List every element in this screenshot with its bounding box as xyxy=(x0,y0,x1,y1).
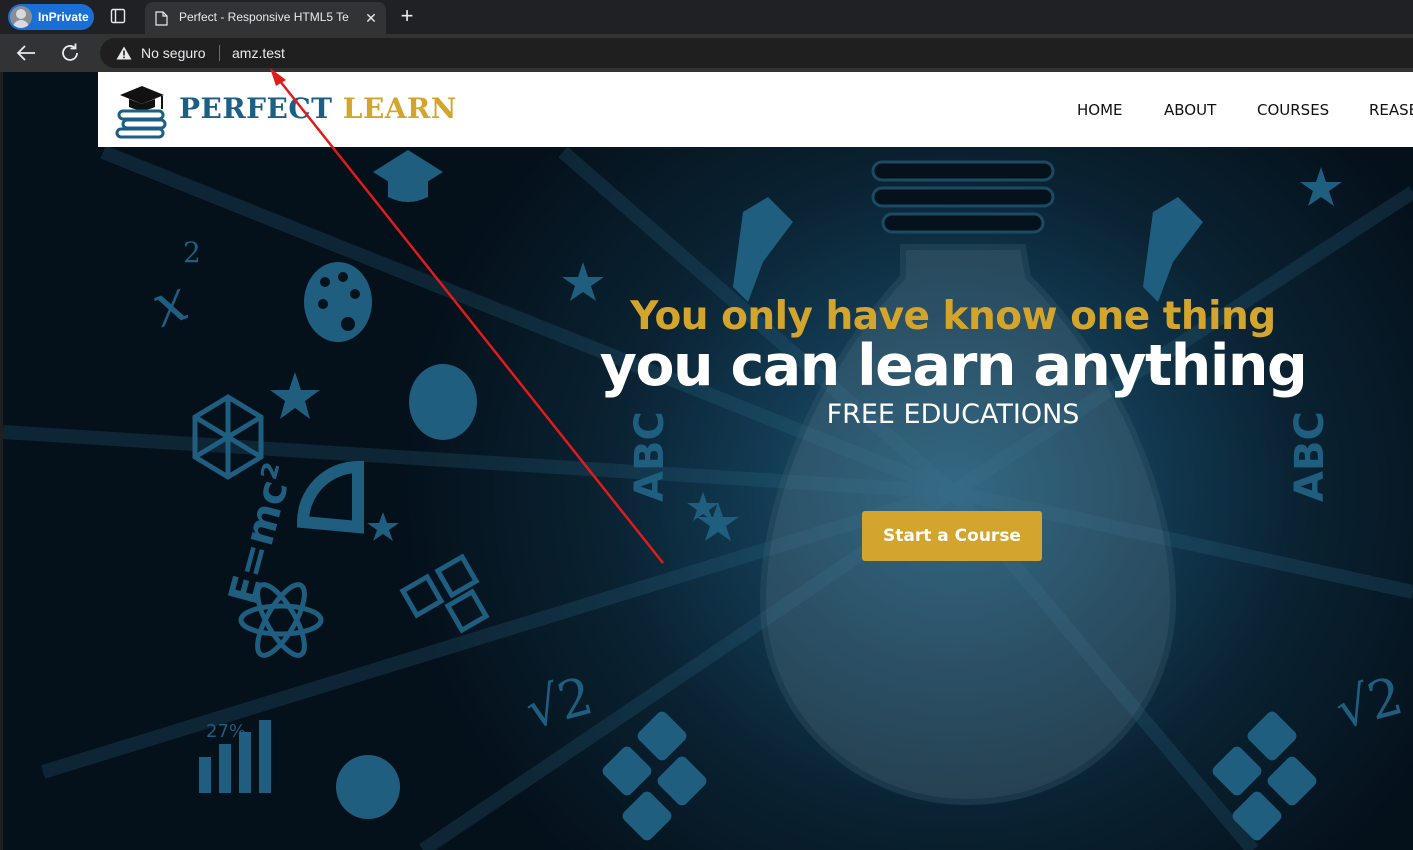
tab-strip: InPrivate Perfect - Responsive HTML5 Tem… xyxy=(0,0,1413,34)
page-icon xyxy=(155,11,168,26)
url-text[interactable]: amz.test xyxy=(232,45,285,61)
security-label[interactable]: No seguro xyxy=(141,45,206,61)
svg-text:x: x xyxy=(143,266,197,341)
site-logo[interactable]: PERFECT LEARN xyxy=(179,92,457,125)
close-tab-icon[interactable]: ✕ xyxy=(363,10,379,26)
tab-actions-icon[interactable] xyxy=(110,8,126,24)
svg-text:√2: √2 xyxy=(1330,666,1409,741)
inprivate-label: InPrivate xyxy=(38,10,89,24)
nav-home[interactable]: HOME xyxy=(1077,101,1123,119)
tab-title: Perfect - Responsive HTML5 Temp xyxy=(179,10,349,24)
new-tab-icon[interactable]: + xyxy=(397,5,417,27)
logo-word-perfect: PERFECT xyxy=(179,92,333,125)
back-arrow-icon[interactable] xyxy=(14,42,38,64)
logo-word-learn: LEARN xyxy=(342,92,457,125)
education-doodle-background: x 2 E=mc² 27% ABC ABC √2 √2 xyxy=(3,145,1413,850)
page-viewport: x 2 E=mc² 27% ABC ABC √2 √2 PERFECT LEAR… xyxy=(3,72,1413,850)
site-header: PERFECT LEARN HOME ABOUT COURSES REASE xyxy=(98,72,1413,147)
browser-toolbar: No seguro amz.test xyxy=(0,34,1413,72)
nav-about[interactable]: ABOUT xyxy=(1164,101,1216,119)
nav-courses[interactable]: COURSES xyxy=(1257,101,1329,119)
address-divider xyxy=(219,45,220,61)
hero-subheadline: FREE EDUCATIONS xyxy=(826,399,1080,430)
palette-icon xyxy=(304,262,372,342)
browser-tab[interactable]: Perfect - Responsive HTML5 Temp ✕ xyxy=(145,2,386,34)
logo-books-icon[interactable] xyxy=(112,81,170,139)
reload-icon[interactable] xyxy=(58,41,82,65)
warning-icon[interactable] xyxy=(116,46,132,60)
light-bulb-icon xyxy=(759,160,1177,806)
hero-headline: you can learn anything xyxy=(599,333,1308,399)
nav-rease[interactable]: REASE xyxy=(1369,101,1413,119)
start-course-button[interactable]: Start a Course xyxy=(862,511,1042,561)
svg-text:√2: √2 xyxy=(520,666,599,741)
avatar-icon xyxy=(10,6,32,28)
address-bar[interactable]: No seguro amz.test xyxy=(100,38,1413,68)
svg-text:2: 2 xyxy=(183,236,201,269)
inprivate-profile-button[interactable]: InPrivate xyxy=(8,4,94,30)
